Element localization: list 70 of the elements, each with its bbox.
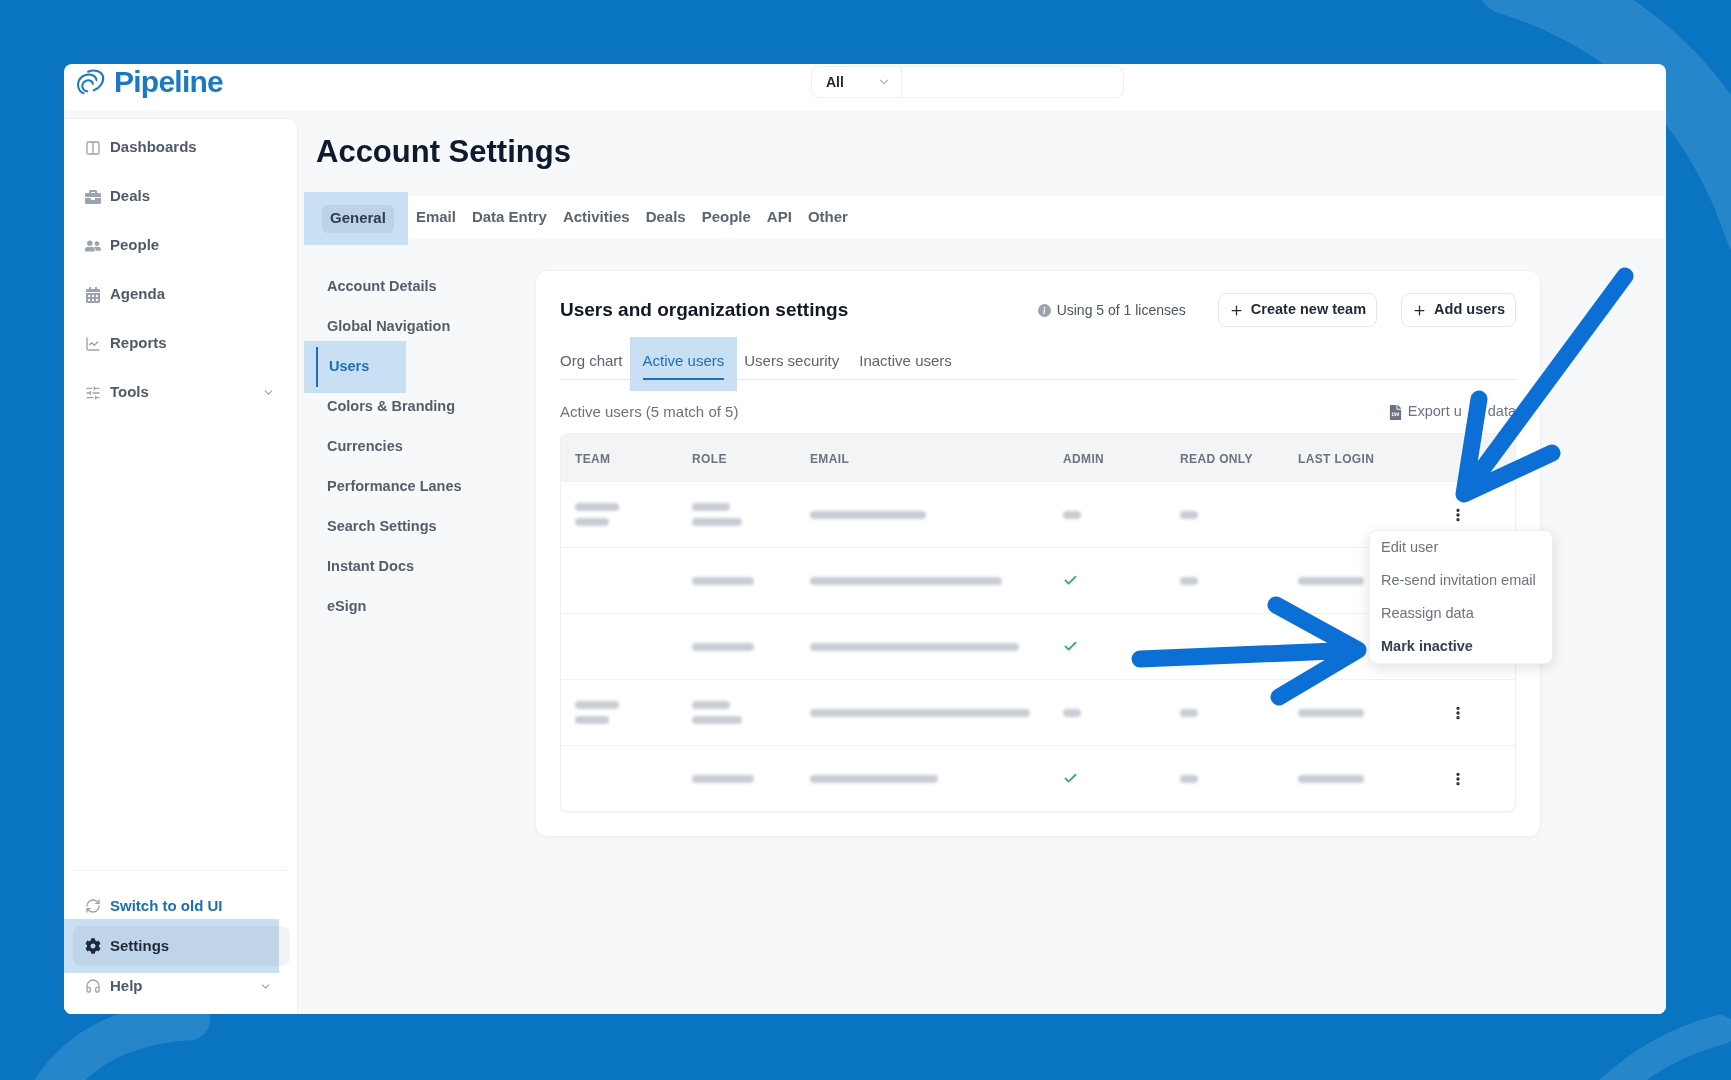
sliders-icon	[85, 384, 101, 401]
columns-icon	[85, 139, 101, 156]
card-title: Users and organization settings	[560, 297, 849, 322]
sidebar-item[interactable]: Dashboards	[64, 123, 297, 172]
column-header: ADMIN	[1063, 451, 1105, 466]
settings-tab[interactable]: Other	[799, 203, 856, 231]
csv-file-icon	[1388, 404, 1402, 420]
column-header: TEAM	[575, 451, 611, 466]
blurred-text	[692, 642, 754, 651]
settings-nav-item[interactable]: Users	[316, 347, 370, 387]
logo-icon	[75, 68, 105, 96]
users-tab[interactable]: Inactive users	[859, 345, 952, 380]
settings-tab[interactable]: Email	[407, 203, 464, 231]
users-tab[interactable]: Org chart	[560, 345, 623, 380]
sidebar-item[interactable]: Help	[73, 966, 290, 1006]
settings-nav-item[interactable]: Colors & Branding	[304, 387, 535, 427]
refresh-icon	[85, 898, 101, 914]
add-button[interactable]: Add users	[1401, 293, 1516, 327]
add-button[interactable]: Create new team	[1217, 293, 1378, 327]
settings-icon	[85, 938, 101, 954]
settings-nav-item[interactable]: Search Settings	[304, 507, 535, 547]
blurred-text	[692, 518, 742, 526]
menu-item[interactable]: Re-send invitation email	[1370, 564, 1552, 597]
blurred-text	[575, 716, 609, 724]
users-tab[interactable]: Active users	[642, 345, 725, 380]
briefcase-icon	[85, 188, 101, 205]
settings-tab[interactable]: API	[758, 203, 800, 231]
settings-nav-item[interactable]: eSign	[304, 587, 535, 627]
settings-nav-item[interactable]: Global Navigation	[304, 307, 535, 347]
menu-item[interactable]: Mark inactive	[1370, 630, 1552, 663]
app-logo-text: Pipeline	[114, 65, 224, 99]
menu-item[interactable]: Reassign data	[1370, 597, 1552, 630]
plus-icon	[1412, 302, 1428, 318]
blurred-text	[692, 774, 754, 783]
settings-nav-item[interactable]: Instant Docs	[304, 547, 535, 587]
calendar-icon	[85, 286, 101, 303]
settings-tab[interactable]: Deals	[637, 203, 694, 231]
info-icon	[1037, 303, 1051, 317]
column-header: LAST LOGIN	[1298, 451, 1375, 466]
sidebar-item[interactable]: Settings	[73, 926, 290, 966]
sidebar-item[interactable]: Reports	[64, 319, 297, 368]
column-header: ROLE	[692, 451, 727, 466]
blurred-text	[692, 503, 730, 511]
headphones-icon	[85, 978, 101, 994]
sidebar-item[interactable]: People	[64, 221, 297, 270]
settings-tab[interactable]: People	[693, 203, 759, 231]
users-tab[interactable]: Users security	[744, 345, 840, 380]
result-count: Active users (5 match of 5)	[560, 401, 739, 422]
blurred-text	[575, 518, 609, 526]
settings-tab[interactable]: General	[322, 204, 394, 233]
settings-nav-item[interactable]: Performance Lanes	[304, 467, 535, 507]
blurred-text	[692, 716, 742, 724]
blurred-text	[692, 576, 754, 585]
license-note: Using 5 of 1 licenses	[1056, 300, 1186, 320]
menu-item[interactable]: Edit user	[1370, 531, 1552, 564]
sidebar-item[interactable]: Agenda	[64, 270, 297, 319]
settings-nav-item[interactable]: Currencies	[304, 427, 535, 467]
plus-icon	[1228, 302, 1244, 318]
page-title: Account Settings	[316, 133, 571, 171]
column-header: EMAIL	[810, 451, 850, 466]
line-chart-icon	[85, 335, 101, 352]
settings-tab[interactable]: Data Entry	[463, 203, 555, 231]
sidebar-item[interactable]: Switch to old UI	[73, 886, 290, 926]
settings-tab[interactable]: Activities	[554, 203, 638, 231]
blurred-text	[692, 701, 730, 709]
sidebar-item[interactable]: Tools	[64, 368, 297, 417]
export-link[interactable]: Export u	[1388, 401, 1462, 423]
settings-nav-item[interactable]: Account Details	[304, 267, 535, 307]
column-header: READ ONLY	[1180, 451, 1253, 466]
sidebar-item[interactable]: Deals	[64, 172, 297, 221]
